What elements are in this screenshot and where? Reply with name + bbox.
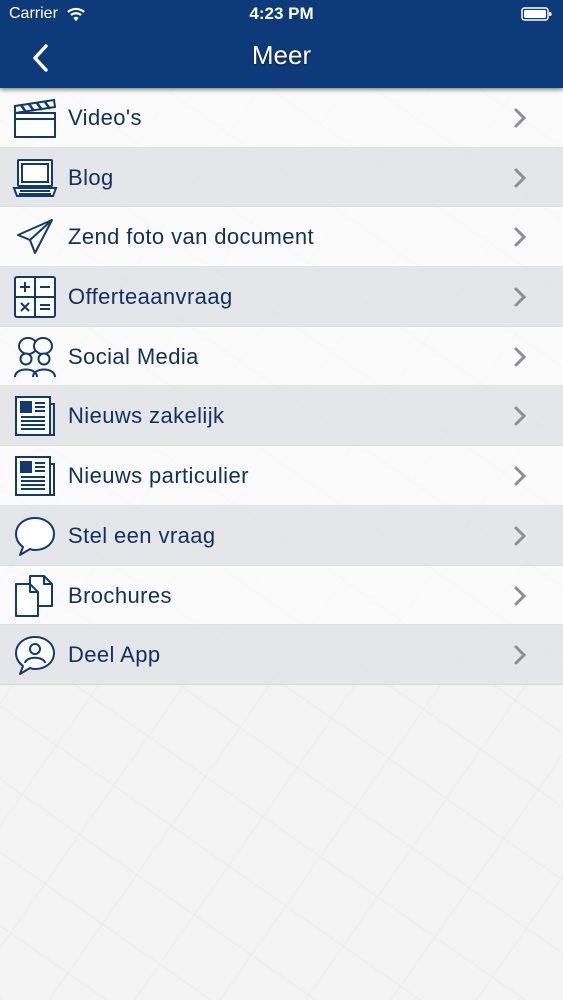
newspaper-icon: [15, 456, 55, 497]
status-bar: Carrier 4:23 PM: [0, 0, 563, 30]
menu-item-brochures[interactable]: Brochures: [0, 565, 563, 626]
calculator-icon: [14, 276, 56, 319]
menu-list: Video's Blog Zend foto van document Offe…: [0, 88, 563, 685]
menu-item-label: Offerteaanvraag: [68, 284, 233, 310]
chevron-right-icon: [514, 108, 527, 128]
clapperboard-icon: [14, 98, 57, 138]
menu-item-label: Social Media: [68, 343, 199, 369]
menu-item-videos[interactable]: Video's: [0, 88, 563, 148]
menu-item-label: Deel App: [68, 642, 161, 668]
menu-item-offerteaanvraag[interactable]: Offerteaanvraag: [0, 267, 563, 327]
menu-item-label: Video's: [68, 105, 142, 130]
menu-item-social-media[interactable]: Social Media: [0, 326, 563, 387]
speech-bubble-icon: [15, 516, 55, 556]
share-person-icon: [15, 636, 55, 676]
menu-item-label: Nieuws particulier: [68, 463, 249, 489]
menu-item-label: Brochures: [68, 582, 172, 608]
chevron-right-icon: [514, 347, 527, 367]
chevron-right-icon: [514, 168, 527, 188]
menu-item-label: Zend foto van document: [68, 224, 315, 250]
menu-item-zend-foto[interactable]: Zend foto van document: [0, 207, 563, 268]
menu-item-label: Nieuws zakelijk: [68, 403, 225, 429]
people-icon: [14, 336, 56, 377]
newspaper-icon: [15, 396, 55, 437]
menu-item-stel-een-vraag[interactable]: Stel een vraag: [0, 505, 563, 566]
documents-icon: [15, 574, 53, 617]
clock: 4:23 PM: [249, 4, 314, 23]
chevron-right-icon: [514, 466, 527, 486]
menu-item-label: Blog: [68, 164, 114, 190]
menu-item-nieuws-zakelijk[interactable]: Nieuws zakelijk: [0, 386, 563, 447]
menu-item-nieuws-particulier[interactable]: Nieuws particulier: [0, 446, 563, 506]
chevron-right-icon: [514, 526, 527, 546]
chevron-right-icon: [514, 586, 527, 605]
menu-item-deel-app[interactable]: Deel App: [0, 625, 563, 685]
menu-item-blog[interactable]: Blog: [0, 147, 563, 208]
chevron-right-icon: [514, 287, 527, 307]
chevron-right-icon: [514, 406, 527, 426]
battery-icon: [521, 7, 552, 21]
chevron-right-icon: [514, 645, 527, 665]
chevron-right-icon: [514, 227, 527, 247]
page-title: Meer: [251, 40, 312, 70]
nav-bar: Meer: [0, 30, 563, 88]
menu-item-label: Stel een vraag: [68, 522, 216, 548]
paper-plane-icon: [17, 219, 53, 255]
app-header: Carrier 4:23 PM Meer: [0, 0, 563, 88]
laptop-icon: [12, 158, 58, 197]
